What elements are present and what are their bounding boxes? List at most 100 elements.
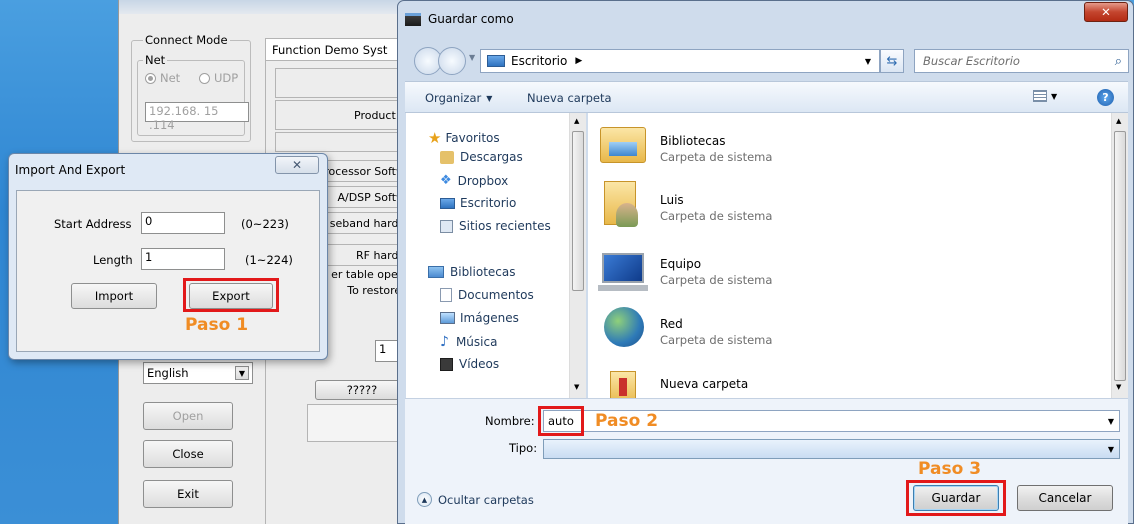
cell-r2: R (275, 132, 409, 152)
radio-udp[interactable]: UDP (199, 71, 238, 85)
nav-scrollbar[interactable]: ▲ ▼ (569, 113, 586, 398)
refresh-icon[interactable]: ⇆ (880, 49, 904, 73)
radio-udp-label: UDP (214, 71, 239, 85)
history-dropdown-icon[interactable]: ▼ (469, 53, 475, 62)
view-options-button[interactable]: ▼ (1033, 90, 1057, 102)
tab-function-demo[interactable]: Function Demo Syst (265, 38, 409, 60)
breadcrumb-arrow-icon: ▶ (575, 56, 583, 66)
radio-net[interactable]: Net (145, 71, 180, 85)
tab-function-demo-label: Function Demo (272, 42, 359, 57)
close-button[interactable]: Close (143, 440, 233, 468)
ip-address-field[interactable]: 192.168. 15 .114 (145, 102, 249, 132)
radio-dot-icon (145, 72, 156, 84)
nav-scroll-thumb[interactable] (572, 131, 584, 291)
nav-libraries[interactable]: Bibliotecas (428, 265, 515, 279)
scroll-up-icon[interactable]: ▲ (1116, 117, 1121, 125)
file-scroll-thumb[interactable] (1114, 131, 1126, 381)
nav-dropbox-label: Dropbox (457, 173, 509, 188)
import-export-dialog: Import And Export ✕ Start Address 0 (0~2… (8, 153, 328, 360)
radio-net-label: Net (160, 71, 181, 85)
folder-icon (610, 371, 636, 398)
chevron-down-icon: ▼ (1051, 91, 1058, 101)
new-folder-button[interactable]: Nueva carpeta (527, 91, 612, 105)
exit-button[interactable]: Exit (143, 480, 233, 508)
nav-music[interactable]: ♪ Música (440, 334, 497, 350)
cancel-button[interactable]: Cancelar (1017, 485, 1113, 511)
music-icon: ♪ (440, 334, 449, 350)
filename-highlight (538, 406, 584, 436)
help-icon[interactable]: ? (1097, 89, 1114, 106)
search-icon: ⌕ (1114, 53, 1122, 69)
desktop-icon (440, 197, 455, 209)
close-icon[interactable]: ✕ (275, 156, 319, 174)
file-item-new-folder[interactable]: Nueva carpeta (598, 365, 998, 398)
chevron-up-icon: ▲ (417, 492, 432, 507)
star-icon: ★ (428, 129, 442, 147)
nav-desktop[interactable]: Escritorio (440, 196, 516, 210)
import-button[interactable]: Import (71, 283, 157, 309)
language-value: English (147, 366, 189, 380)
videos-icon (440, 357, 453, 371)
nav-favorites-label: Favoritos (445, 131, 500, 145)
step2-label: Paso 2 (595, 411, 659, 431)
filename-label: Nombre: (485, 414, 535, 428)
chevron-down-icon: ▼ (235, 366, 249, 380)
search-input[interactable]: Buscar Escritorio ⌕ (914, 49, 1129, 73)
navigation-pane: ★ Favoritos Descargas ❖ Dropbox Escritorio… (406, 113, 586, 398)
start-address-label: Start Address (54, 217, 132, 231)
language-select[interactable]: English ▼ (143, 362, 253, 384)
file-type: Carpeta de sistema (660, 333, 773, 347)
nav-documents-label: Documentos (458, 288, 534, 302)
question-button[interactable]: ????? (315, 380, 409, 400)
nav-downloads[interactable]: Descargas (440, 150, 523, 164)
file-item-computer[interactable]: Equipo Carpeta de sistema (598, 247, 998, 297)
export-highlight (183, 278, 279, 312)
file-item-libraries[interactable]: Bibliotecas Carpeta de sistema (598, 121, 998, 169)
nav-documents[interactable]: Documentos (440, 288, 534, 302)
file-name: Equipo (660, 257, 702, 271)
tab-system-label: Syst (362, 42, 388, 57)
close-icon[interactable]: ✕ (1084, 2, 1128, 22)
open-button[interactable]: Open (143, 402, 233, 430)
nav-images[interactable]: Imágenes (440, 311, 519, 325)
file-item-network[interactable]: Red Carpeta de sistema (598, 305, 998, 355)
nav-recent[interactable]: Sitios recientes (440, 219, 551, 233)
organize-label: Organizar (425, 91, 482, 105)
address-dropdown-icon: ▼ (864, 56, 871, 66)
nav-downloads-label: Descargas (460, 150, 523, 164)
length-input[interactable]: 1 (141, 248, 225, 270)
address-location: Escritorio (511, 54, 568, 68)
user-avatar-icon (616, 203, 638, 227)
scroll-down-icon[interactable]: ▼ (574, 383, 579, 391)
nav-favorites[interactable]: ★ Favoritos (428, 129, 500, 147)
length-label: Length (93, 253, 133, 267)
filetype-select[interactable]: ▼ (543, 439, 1120, 459)
import-dialog-title: Import And Export (15, 163, 126, 177)
start-address-input[interactable]: 0 (141, 212, 225, 234)
toolbar: Organizar ▼ Nueva carpeta ▼ ? (405, 81, 1128, 113)
scroll-down-icon[interactable]: ▼ (1116, 383, 1121, 391)
import-dialog-body: Start Address 0 (0~223) Length 1 (1~224)… (16, 190, 320, 352)
pictures-icon (440, 312, 455, 324)
file-type: Carpeta de sistema (660, 209, 773, 223)
scroll-up-icon[interactable]: ▲ (574, 117, 579, 125)
file-name: Nueva carpeta (660, 377, 749, 391)
connect-mode-label: Connect Mode (143, 33, 230, 47)
file-scrollbar[interactable]: ▲ ▼ (1111, 113, 1128, 398)
cell-restore: To restore t (347, 284, 409, 297)
forward-button[interactable] (438, 47, 466, 75)
desktop-folder-icon (487, 55, 505, 67)
cell-power-table: er table opera (331, 268, 409, 281)
hide-folders-toggle[interactable]: ▲ Ocultar carpetas (417, 492, 534, 507)
organize-menu[interactable]: Organizar ▼ (425, 91, 492, 105)
nav-dropbox[interactable]: ❖ Dropbox (440, 173, 508, 188)
address-bar[interactable]: Escritorio ▶ ▼ (480, 49, 880, 73)
save-highlight (906, 480, 1006, 516)
hide-folders-label: Ocultar carpetas (438, 492, 534, 507)
nav-videos[interactable]: Vídeos (440, 357, 499, 371)
file-item-user[interactable]: Luis Carpeta de sistema (598, 179, 998, 235)
chevron-down-icon: ▼ (1107, 444, 1114, 454)
dropbox-icon: ❖ (440, 173, 452, 188)
computer-icon (602, 253, 644, 283)
save-dialog-title: Guardar como (428, 12, 514, 26)
